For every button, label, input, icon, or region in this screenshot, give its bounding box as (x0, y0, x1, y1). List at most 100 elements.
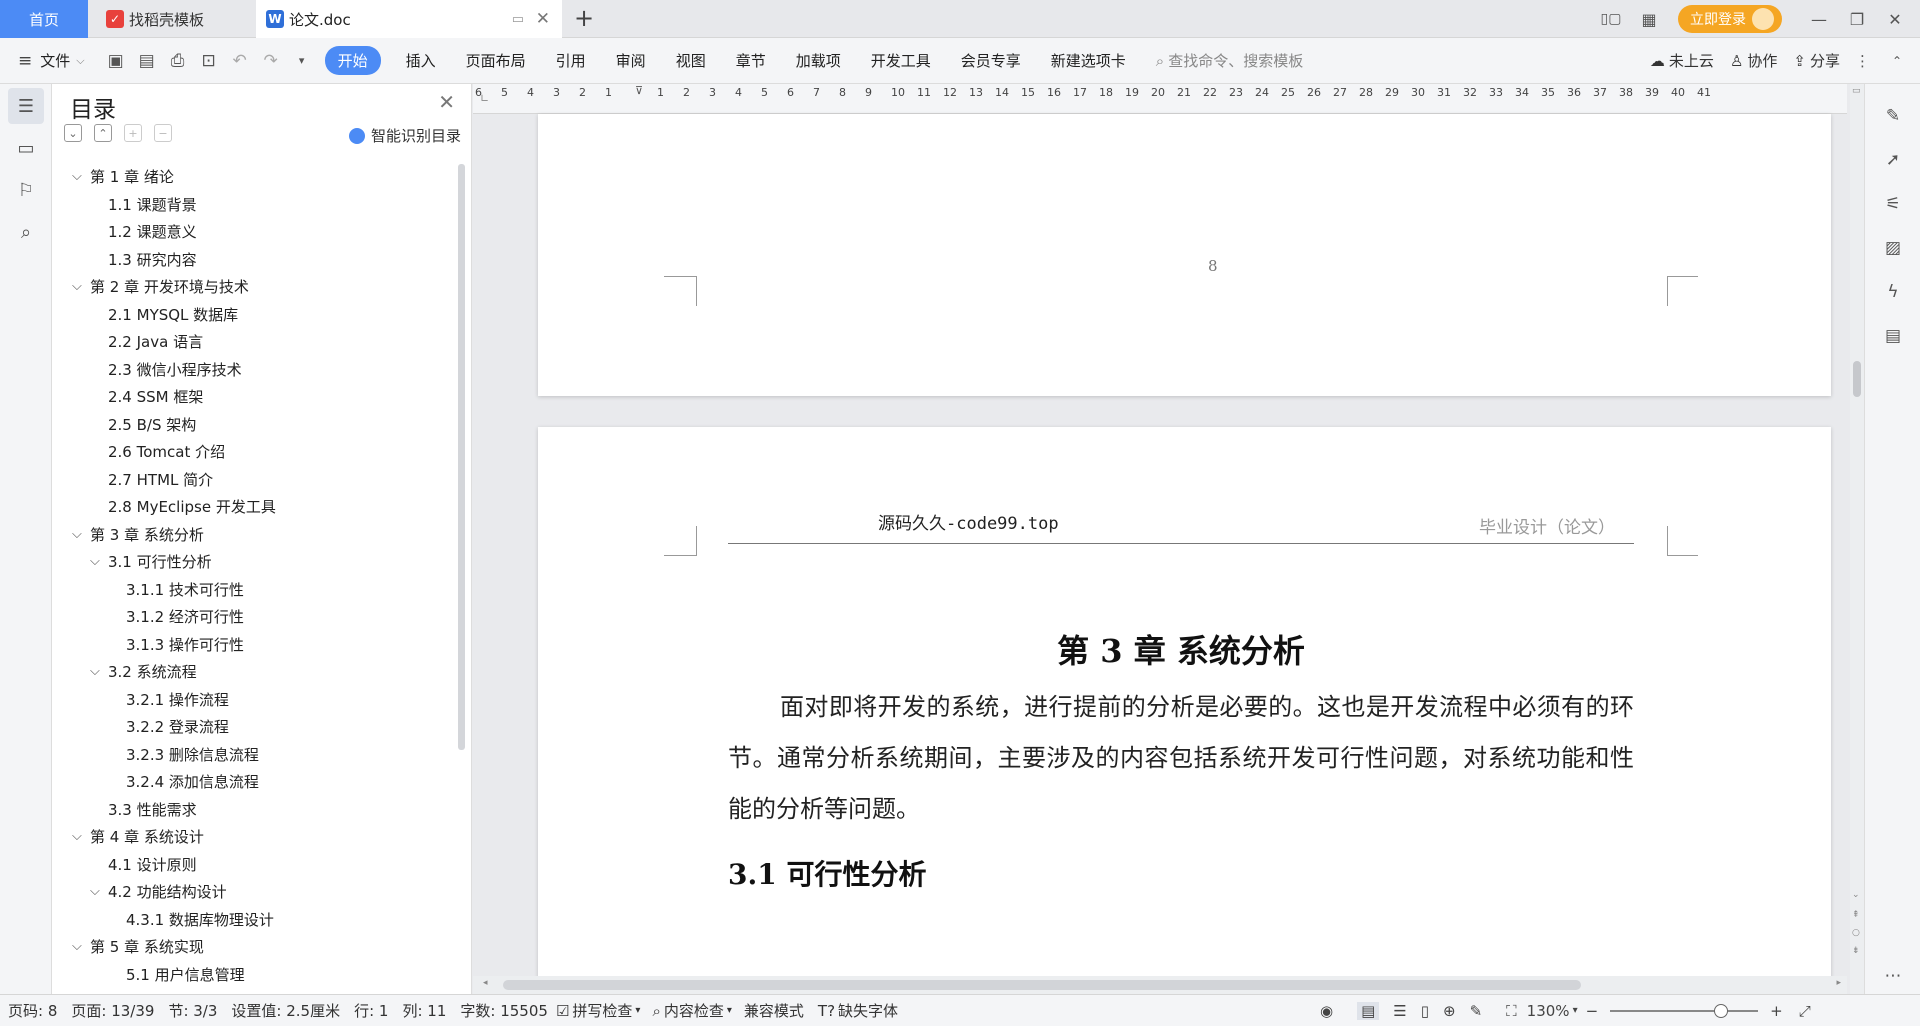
page-view-icon[interactable]: ▤ (1357, 1001, 1380, 1020)
command-search[interactable]: ⌕ 查找命令、搜索模板 (1156, 50, 1303, 71)
toc-panel-icon[interactable]: ☰ (8, 88, 44, 124)
menu-item-addins[interactable]: 加载项 (796, 50, 841, 71)
toc-item[interactable]: 2.5 B/S 架构 (52, 411, 452, 439)
pen-icon[interactable]: ✎ (1875, 98, 1911, 134)
toc-item[interactable]: ⌵ 第 4 章 系统设计 (52, 823, 452, 851)
toc-item[interactable]: 3.2.1 操作流程 (52, 686, 452, 714)
toc-item[interactable]: 2.1 MYSQL 数据库 (52, 301, 452, 329)
redo-icon[interactable]: ↷ (260, 50, 282, 72)
horizontal-scrollbar[interactable]: ◂ ▸ (473, 976, 1847, 994)
chevron-down-icon[interactable]: ⌵ (72, 829, 90, 844)
chevron-down-icon[interactable]: ⌵ (72, 279, 90, 294)
more-quick-icon[interactable]: ▾ (291, 50, 313, 72)
menu-item-layout[interactable]: 页面布局 (466, 50, 526, 71)
status-setting[interactable]: 设置值: 2.5厘米 (231, 1000, 340, 1021)
toc-item[interactable]: 1.3 研究内容 (52, 246, 452, 274)
fullscreen-icon[interactable]: ⤢ (1799, 1002, 1811, 1020)
more-tools-icon[interactable]: ⋯ (1875, 958, 1911, 994)
add-heading-icon[interactable]: + (124, 124, 142, 142)
toc-item[interactable]: 3.3 性能需求 (52, 796, 452, 824)
read-book-icon[interactable]: ▤ (1875, 318, 1911, 354)
toc-item[interactable]: 2.6 Tomcat 介绍 (52, 438, 452, 466)
outline-view-icon[interactable]: ☰ (1393, 1002, 1406, 1020)
menu-item-new-tab[interactable]: 新建选项卡 (1051, 50, 1126, 71)
web-view-icon[interactable]: ⊕ (1443, 1002, 1456, 1020)
eye-protect-icon[interactable]: ◉ (1320, 1002, 1333, 1020)
chevron-down-icon[interactable]: ⌵ (72, 169, 90, 184)
login-button[interactable]: 立即登录 (1678, 5, 1782, 33)
indent-marker-icon[interactable]: ⊽ (635, 84, 647, 113)
smart-toc-button[interactable]: 智能识别目录 (348, 125, 461, 146)
chevron-down-icon[interactable]: ▾ (635, 1005, 640, 1016)
toc-item[interactable]: 2.7 HTML 简介 (52, 466, 452, 494)
toc-item[interactable]: ⌵ 第 5 章 系统实现 (52, 933, 452, 961)
zoom-in-icon[interactable]: + (1770, 1002, 1783, 1020)
chevron-down-icon[interactable]: ⌵ (90, 884, 108, 899)
menu-item-view[interactable]: 视图 (676, 50, 706, 71)
chapter-title[interactable]: 第 3 章 系统分析 (728, 626, 1634, 672)
fit-page-icon[interactable]: ⛶ (1506, 1002, 1517, 1020)
zoom-slider-knob[interactable] (1714, 1003, 1729, 1018)
menu-item-home[interactable]: 开始 (324, 46, 381, 75)
horizontal-scroll-thumb[interactable] (503, 980, 1581, 990)
toc-item[interactable]: 3.2.3 删除信息流程 (52, 741, 452, 769)
bookmark-icon[interactable]: ⚐ (8, 172, 44, 208)
new-tab-icon[interactable]: + (574, 4, 594, 32)
menu-item-insert[interactable]: 插入 (406, 50, 436, 71)
toc-item[interactable]: 2.4 SSM 框架 (52, 383, 452, 411)
image-tool-icon[interactable]: ▨ (1875, 230, 1911, 266)
menu-item-section[interactable]: 章节 (736, 50, 766, 71)
close-tab-icon[interactable]: ✕ (536, 9, 550, 29)
layout-icon[interactable]: ▯▢ (1592, 11, 1630, 27)
toc-item[interactable]: 3.1.1 技术可行性 (52, 576, 452, 604)
close-icon[interactable]: ✕ (438, 90, 455, 114)
toc-item[interactable]: ⌵ 3.2 系统流程 (52, 658, 452, 686)
search-panel-icon[interactable]: ⌕ (8, 214, 44, 250)
toc-item[interactable]: 4.3.1 数据库物理设计 (52, 906, 452, 934)
next-page-icon[interactable]: ⇟ (1852, 946, 1860, 956)
collab-button[interactable]: 协作 (1747, 50, 1777, 71)
scroll-right-icon[interactable]: ▸ (1836, 978, 1841, 988)
chevron-down-icon[interactable]: ⌵ (76, 54, 84, 68)
toc-item[interactable]: 3.1.3 操作可行性 (52, 631, 452, 659)
toc-item[interactable]: 2.2 Java 语言 (52, 328, 452, 356)
toc-item[interactable]: ⌵ 第 3 章 系统分析 (52, 521, 452, 549)
toc-item[interactable]: 3.1.2 经济可行性 (52, 603, 452, 631)
browse-object-icon[interactable]: ○ (1852, 928, 1860, 938)
toc-item[interactable]: ⌵ 3.1 可行性分析 (52, 548, 452, 576)
menu-item-review[interactable]: 审阅 (616, 50, 646, 71)
collapse-all-icon[interactable]: ⌃ (94, 124, 112, 142)
toc-item[interactable]: 4.1 设计原则 (52, 851, 452, 879)
toc-item[interactable]: ⌵ 第 2 章 开发环境与技术 (52, 273, 452, 301)
horizontal-ruler[interactable]: ∟ 76543211234567891011121314151617181920… (473, 84, 1847, 114)
toc-item[interactable]: 1.1 课题背景 (52, 191, 452, 219)
status-page[interactable]: 页码: 8 (8, 1000, 57, 1021)
zoom-slider[interactable] (1610, 1003, 1759, 1018)
save-icon[interactable]: ▣ (105, 50, 127, 72)
print-preview-icon[interactable]: ⊡ (198, 50, 220, 72)
export-pdf-icon[interactable]: ▤ (136, 50, 158, 72)
chevron-down-icon[interactable]: ▾ (1573, 1005, 1578, 1016)
chevron-down-icon[interactable]: ⌵ (72, 939, 90, 954)
grid-apps-icon[interactable]: ▦ (1630, 10, 1668, 29)
toc-item[interactable]: 1.2 课题意义 (52, 218, 452, 246)
collapse-ribbon-icon[interactable]: ⌃ (1892, 54, 1902, 68)
undo-icon[interactable]: ↶ (229, 50, 251, 72)
toc-item[interactable]: 3.2.2 登录流程 (52, 713, 452, 741)
menu-item-devtools[interactable]: 开发工具 (871, 50, 931, 71)
close-window-icon[interactable]: ✕ (1876, 10, 1914, 29)
scroll-left-icon[interactable]: ◂ (483, 978, 488, 988)
chevron-down-icon[interactable]: ▾ (727, 1005, 732, 1016)
chevron-down-icon[interactable]: ⌵ (90, 664, 108, 679)
toc-item[interactable]: 2.3 微信小程序技术 (52, 356, 452, 384)
tab-template[interactable]: ✓ 找稻壳模板 (92, 0, 252, 38)
tab-home[interactable]: 首页 (0, 0, 88, 38)
flash-icon[interactable]: ϟ (1875, 274, 1911, 310)
zoom-out-icon[interactable]: − (1586, 1002, 1599, 1020)
section-title[interactable]: 3.1 可行性分析 (728, 853, 926, 893)
expand-all-icon[interactable]: ⌄ (64, 124, 82, 142)
zoom-level[interactable]: 130% (1527, 1002, 1570, 1020)
scroll-down-icon[interactable]: ⌄ (1852, 890, 1860, 900)
more-icon[interactable]: ⋮ (1855, 52, 1870, 70)
status-col[interactable]: 列: 11 (402, 1000, 446, 1021)
